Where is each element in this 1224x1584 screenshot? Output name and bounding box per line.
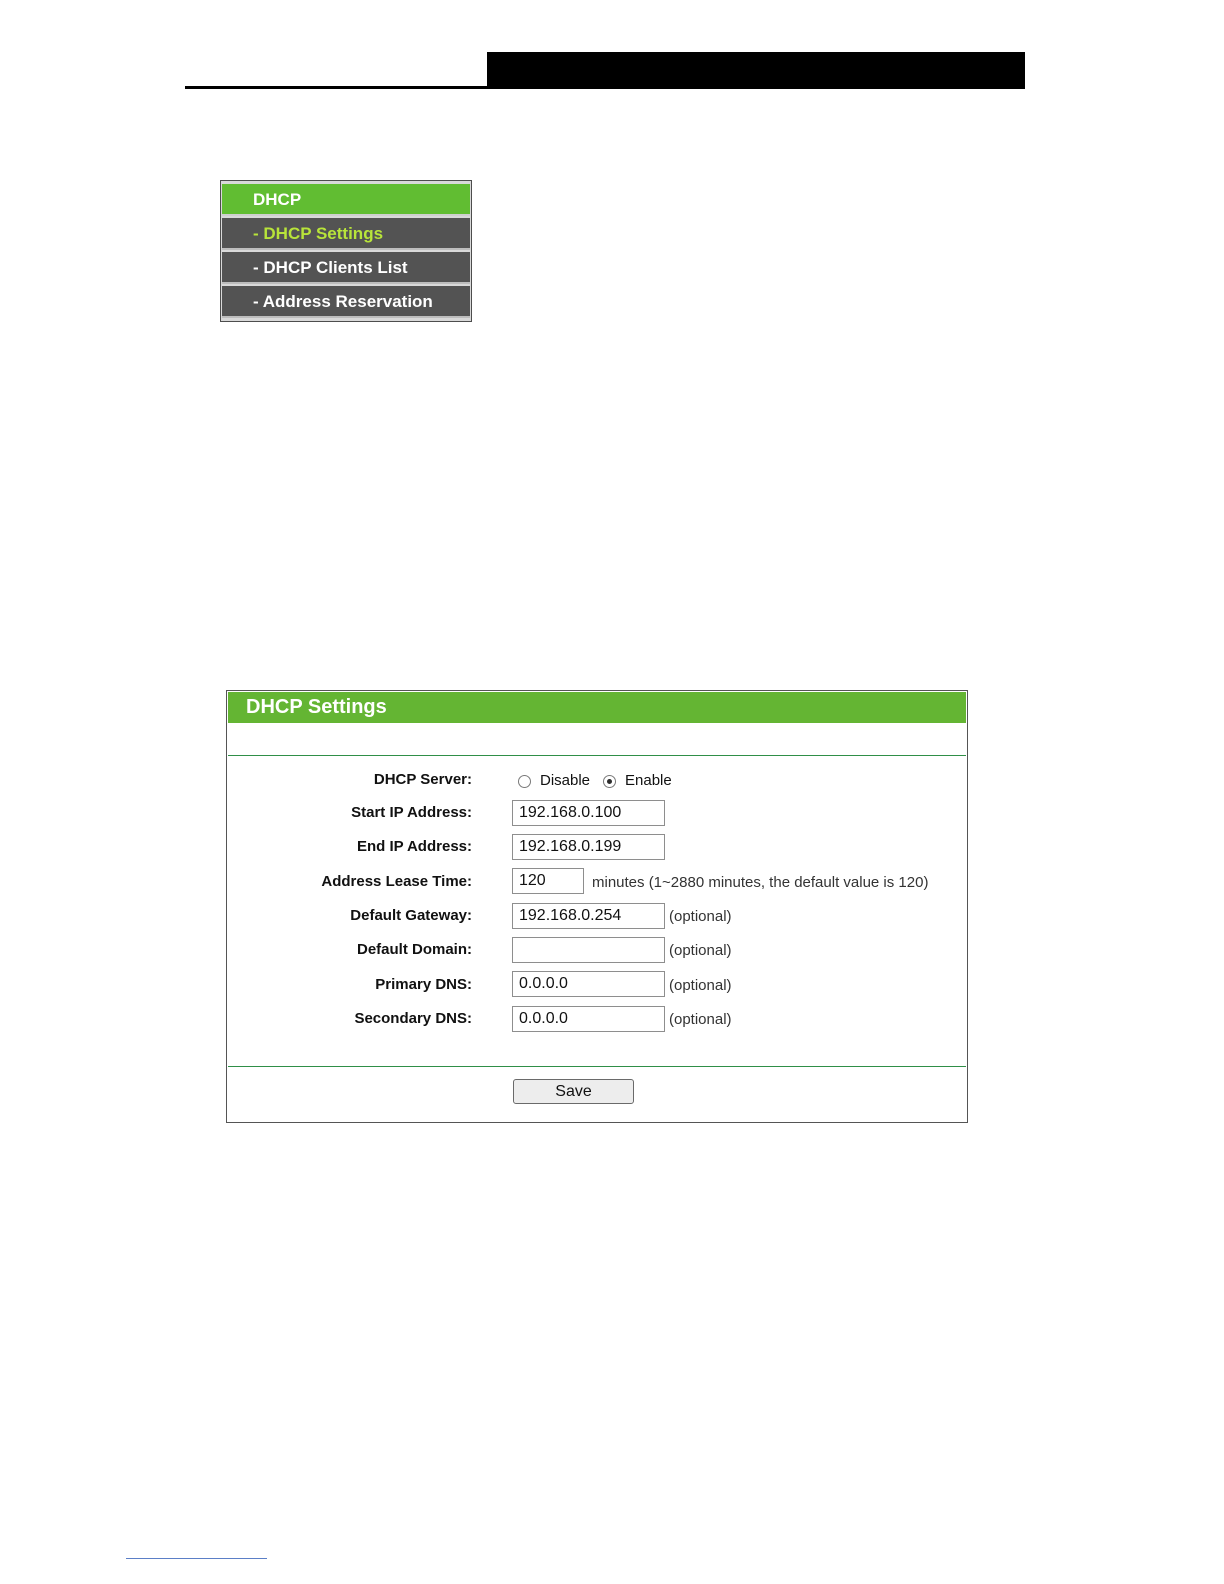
dhcp-disable-radio[interactable]: [518, 775, 531, 788]
dhcp-server-label: DHCP Server:: [373, 771, 472, 788]
panel-title: DHCP Settings: [228, 692, 966, 723]
dhcp-settings-panel: DHCP Settings DHCP Server: Disable Enabl…: [226, 690, 968, 1123]
menu-item-address-reservation[interactable]: - Address Reservation: [222, 286, 470, 318]
default-domain-input[interactable]: [512, 937, 665, 963]
radio-selected-dot: [607, 779, 612, 784]
end-ip-label: End IP Address:: [356, 838, 472, 855]
page-header-rule: [185, 86, 1025, 89]
secondary-dns-hint: (optional): [669, 1011, 732, 1028]
save-button[interactable]: Save: [513, 1079, 634, 1104]
dhcp-enable-label[interactable]: Enable: [625, 772, 672, 789]
default-gateway-label: Default Gateway:: [350, 907, 472, 924]
menu-item-dhcp-clients-list[interactable]: - DHCP Clients List: [222, 252, 470, 284]
dhcp-menu: DHCP - DHCP Settings - DHCP Clients List…: [220, 180, 472, 322]
primary-dns-hint: (optional): [669, 977, 732, 994]
end-ip-input[interactable]: 192.168.0.199: [512, 834, 665, 860]
default-domain-label: Default Domain:: [356, 941, 472, 958]
menu-header-dhcp[interactable]: DHCP: [222, 184, 470, 216]
lease-time-hint: minutes (1~2880 minutes, the default val…: [592, 874, 929, 891]
default-domain-hint: (optional): [669, 942, 732, 959]
primary-dns-label: Primary DNS:: [375, 976, 472, 993]
page-header-bar: [487, 52, 1025, 89]
default-gateway-input[interactable]: 192.168.0.254: [512, 903, 665, 929]
divider: [228, 1066, 966, 1067]
lease-time-input[interactable]: 120: [512, 868, 584, 894]
start-ip-label: Start IP Address:: [351, 804, 472, 821]
footer-rule: [126, 1558, 267, 1559]
primary-dns-input[interactable]: 0.0.0.0: [512, 971, 665, 997]
default-gateway-hint: (optional): [669, 908, 732, 925]
menu-item-dhcp-settings[interactable]: - DHCP Settings: [222, 218, 470, 250]
dhcp-disable-label[interactable]: Disable: [540, 772, 590, 789]
dhcp-enable-radio[interactable]: [603, 775, 616, 788]
lease-time-label: Address Lease Time:: [321, 873, 472, 890]
divider: [228, 755, 966, 756]
start-ip-input[interactable]: 192.168.0.100: [512, 800, 665, 826]
secondary-dns-label: Secondary DNS:: [354, 1010, 472, 1027]
secondary-dns-input[interactable]: 0.0.0.0: [512, 1006, 665, 1032]
